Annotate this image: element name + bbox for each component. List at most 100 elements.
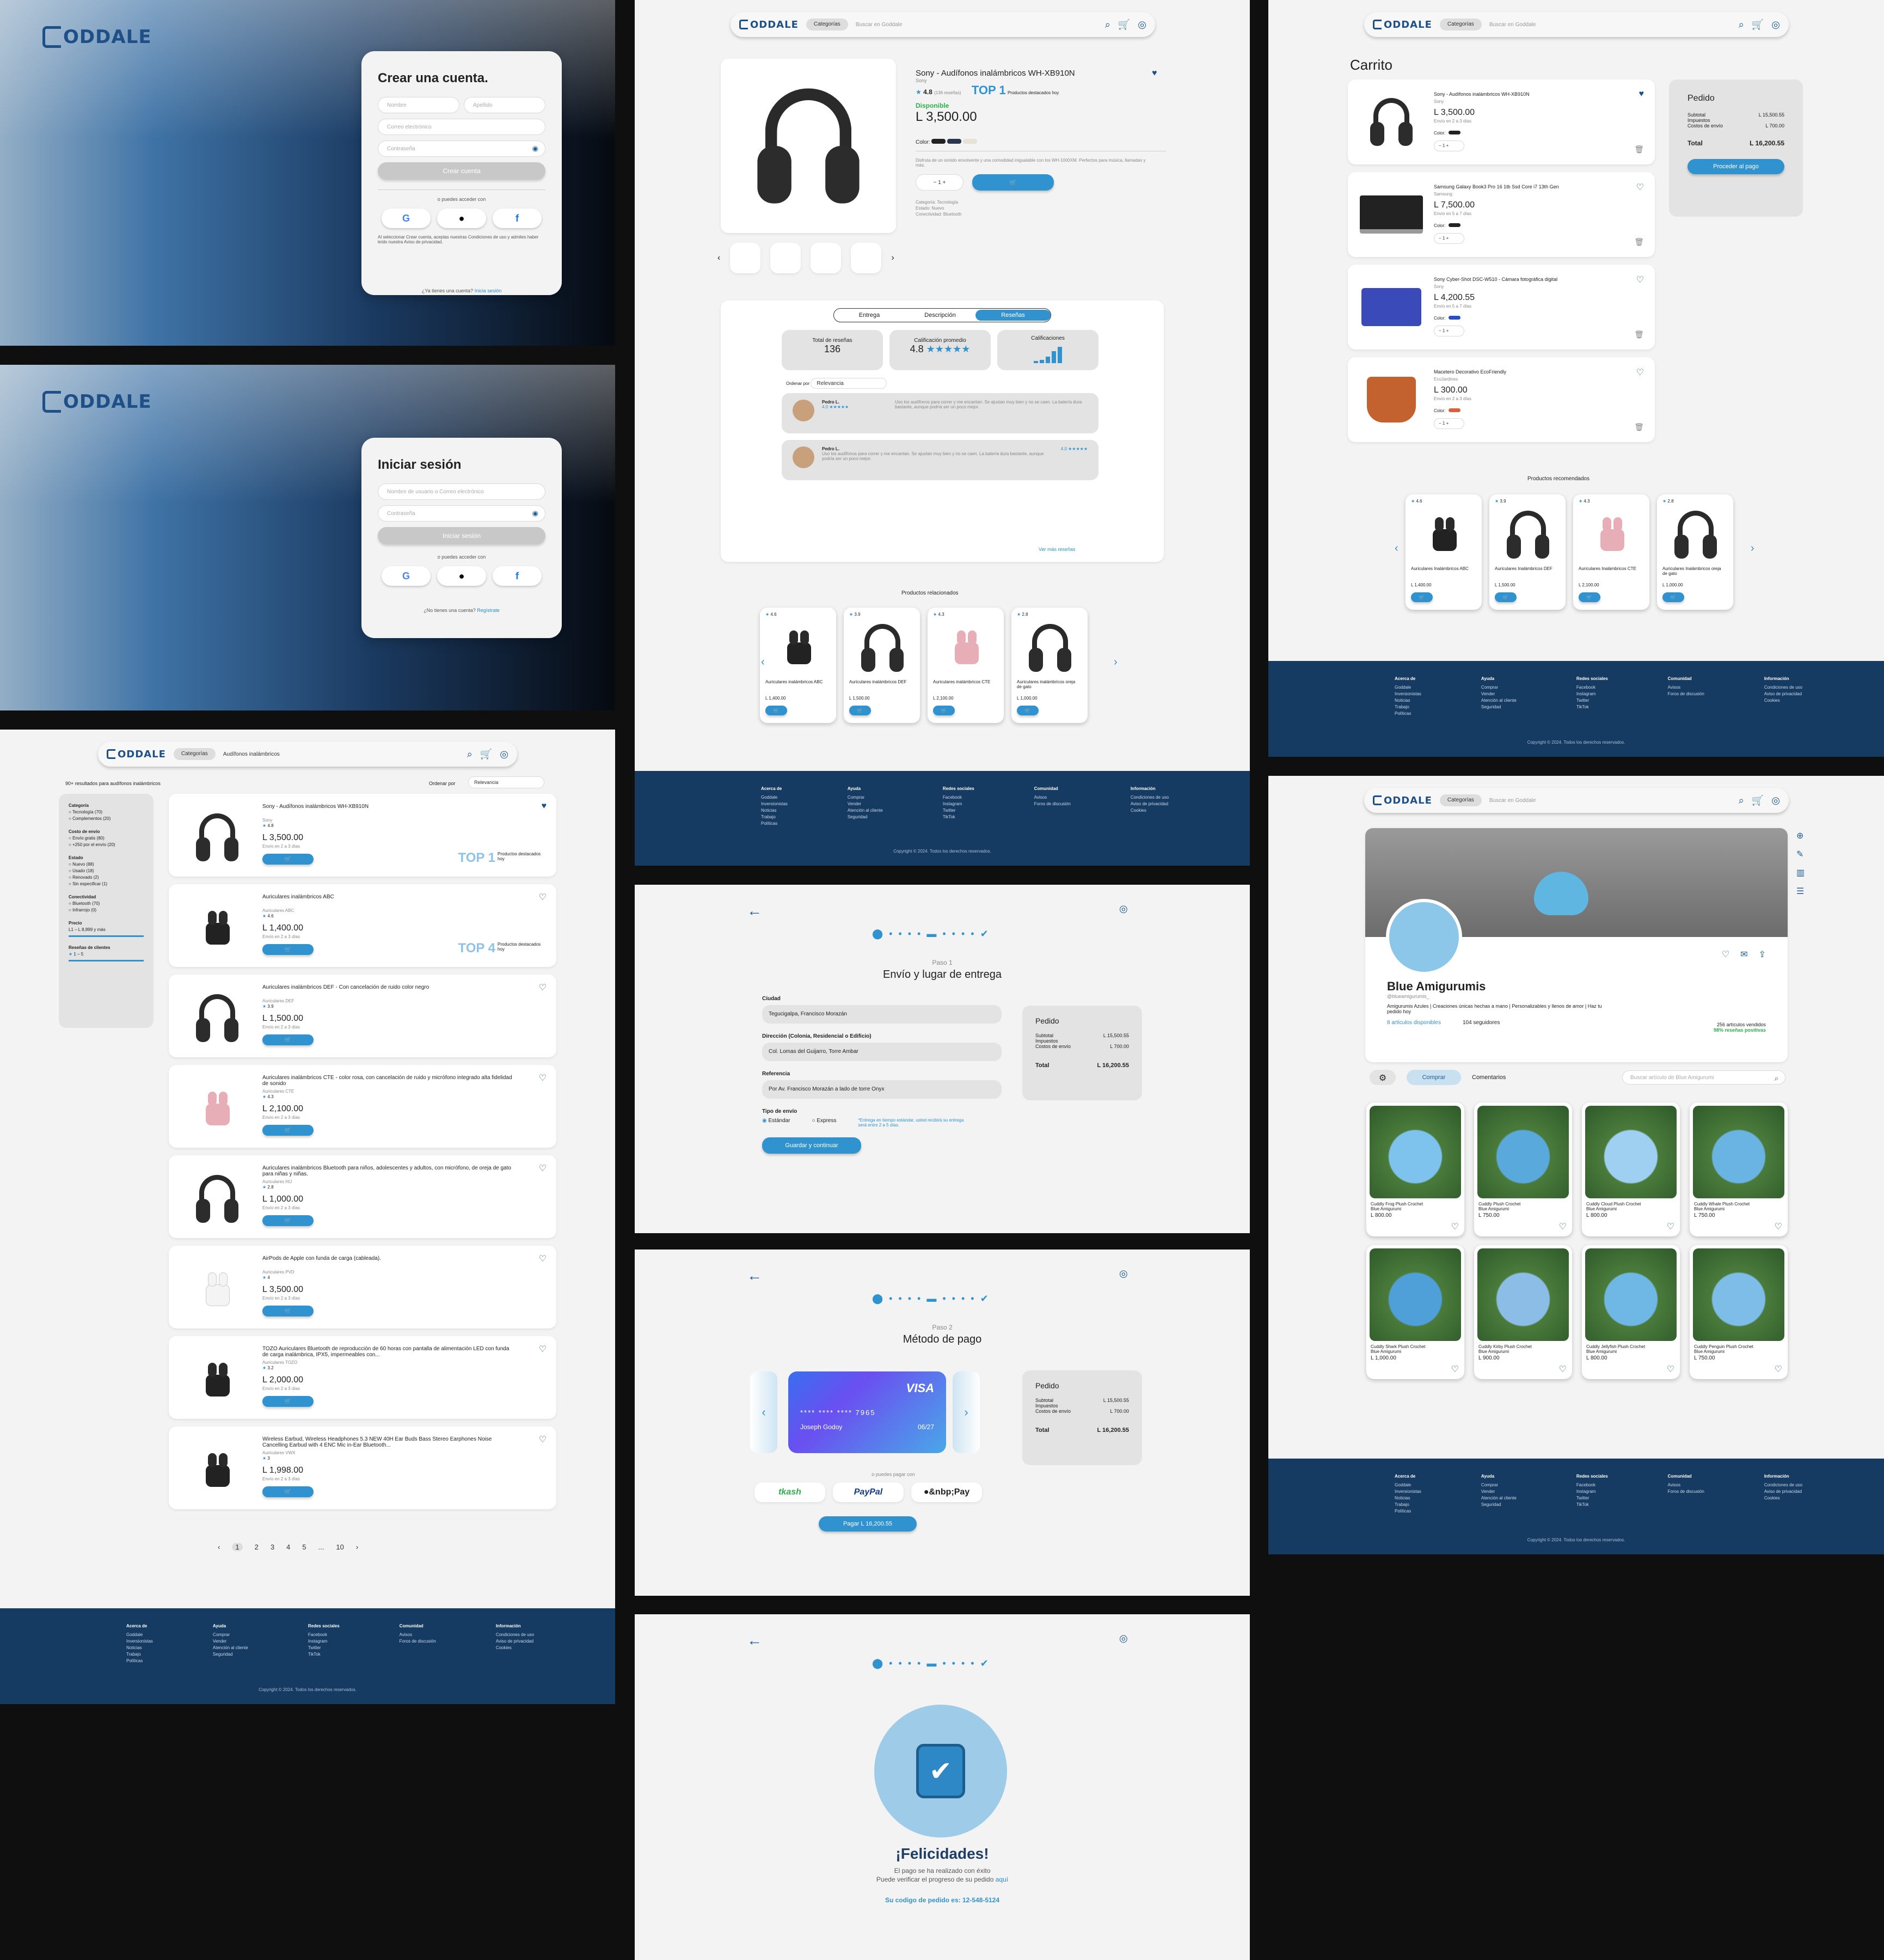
user-icon[interactable]: ◎	[1771, 19, 1780, 30]
footer-link[interactable]: Políticas	[1395, 710, 1421, 717]
filter-conn-0[interactable]: ○ Bluetooth (70)	[69, 901, 144, 907]
search-input[interactable]: Buscar en Goddale	[1489, 22, 1731, 28]
filter-icon[interactable]: ⚙	[1370, 1070, 1396, 1085]
quantity-stepper[interactable]: − 1 +	[1434, 418, 1464, 429]
search-icon[interactable]: ⌕	[1739, 19, 1744, 30]
footer-link[interactable]: Políticas	[1395, 1508, 1421, 1515]
footer-link[interactable]: Cookies	[1764, 697, 1802, 704]
add-to-cart-button[interactable]: 🛒	[1579, 592, 1600, 602]
footer-link[interactable]: Atención al cliente	[1481, 1495, 1517, 1502]
footer-link[interactable]: Inversionistas	[1395, 691, 1421, 697]
footer-link[interactable]: Cookies	[496, 1645, 534, 1651]
category-dropdown[interactable]: Categorías	[1439, 19, 1482, 30]
page-link[interactable]: 3	[271, 1543, 274, 1551]
express-radio[interactable]: ○ Express	[812, 1118, 837, 1128]
thumbnail[interactable]	[851, 243, 882, 273]
footer-link[interactable]: Atención al cliente	[1481, 697, 1517, 704]
footer-link[interactable]: Noticias	[1395, 1495, 1421, 1502]
store-product-card[interactable]: Cuddly Kirby Plush Crochet Blue Amigurumi…	[1474, 1245, 1572, 1379]
carousel-next-icon[interactable]: ›	[1114, 656, 1118, 669]
store-product-card[interactable]: Cuddly Frog Plush Crochet Blue Amigurumi L…	[1366, 1102, 1464, 1236]
product-card[interactable]: ★ 3.9 Auriculares inalámbricos DEF L 1,500…	[844, 608, 920, 723]
filter-ship-0[interactable]: ○ Envío gratis (80)	[69, 835, 144, 842]
user-icon[interactable]: ◎	[500, 749, 508, 760]
product-card[interactable]: ★ 2.8 Auriculares inalámbricos oreja de g…	[1011, 608, 1088, 723]
price-slider[interactable]	[69, 935, 144, 937]
search-icon[interactable]: ⌕	[1775, 1074, 1778, 1083]
filter-cat-0[interactable]: ○ Tecnología (70)	[69, 809, 144, 816]
footer-link[interactable]: Comprar	[1481, 684, 1517, 691]
result-card[interactable]: TOZO Auriculares Bluetooth de reproducci…	[169, 1336, 556, 1419]
add-to-cart-button[interactable]: 🛒	[262, 854, 314, 865]
category-dropdown[interactable]: Categorías	[173, 748, 216, 760]
product-card[interactable]: ★ 3.9 Auriculares Inalámbricos DEF L 1,500…	[1489, 494, 1566, 610]
category-dropdown[interactable]: Categorías	[806, 19, 848, 30]
store-product-card[interactable]: Cuddly Shark Plush Crochet Blue Amigurumi…	[1366, 1245, 1464, 1379]
plus-icon[interactable]: +	[1445, 328, 1449, 333]
thumbnail[interactable]	[811, 243, 842, 273]
password-input[interactable]: Contraseña ◉	[378, 505, 545, 522]
add-to-cart-button[interactable]: 🛒	[1662, 592, 1684, 602]
search-icon[interactable]: ⌕	[1739, 795, 1744, 806]
footer-link[interactable]: Condiciones de uso	[1764, 1482, 1802, 1489]
product-card[interactable]: ★ 4.3 Auriculares inalámbricos CTE L 2,100…	[928, 608, 1004, 723]
footer-link[interactable]: Foros de discusión	[1668, 1489, 1704, 1495]
add-to-cart-button[interactable]: 🛒	[972, 174, 1054, 191]
favorite-icon[interactable]: ♡	[539, 1253, 547, 1264]
add-to-cart-button[interactable]: 🛒	[849, 706, 871, 715]
plus-icon[interactable]: +	[1445, 236, 1449, 241]
footer-link[interactable]: Foros de discusión	[400, 1638, 436, 1645]
color-swatch[interactable]	[1449, 223, 1461, 227]
footer-link[interactable]: Condiciones de uso	[496, 1632, 534, 1638]
footer-link[interactable]: Trabajo	[1395, 1502, 1421, 1508]
search-icon[interactable]: ⌕	[1105, 19, 1110, 30]
filter-state-3[interactable]: ○ Sin especificar (1)	[69, 881, 144, 887]
footer-link[interactable]: Aviso de privacidad	[1764, 691, 1802, 697]
add-to-cart-button[interactable]: 🛒	[262, 1306, 314, 1316]
first-name-input[interactable]: Nombre	[378, 97, 459, 113]
footer-link[interactable]: Cookies	[1131, 807, 1169, 814]
address-input[interactable]: Col. Lomas del Guijarro, Torre Ambar	[762, 1043, 1002, 1061]
city-input[interactable]: Tegucigalpa, Francisco Morazán	[762, 1005, 1002, 1024]
store-product-card[interactable]: Cuddly Whale Plush Crochet Blue Amigurumi…	[1690, 1102, 1788, 1236]
search-input[interactable]: Audífonos inalámbricos	[223, 751, 459, 757]
footer-link[interactable]: Inversionistas	[761, 801, 788, 807]
card-prev-button[interactable]: ‹	[750, 1371, 777, 1453]
tab-entrega[interactable]: Entrega	[834, 312, 905, 318]
card-next-button[interactable]: ›	[953, 1371, 980, 1453]
footer-link[interactable]: Atención al cliente	[213, 1645, 248, 1651]
footer-link[interactable]: Avisos	[1034, 794, 1071, 801]
footer-link[interactable]: Facebook	[1576, 684, 1608, 691]
filter-state-0[interactable]: ○ Nuevo (88)	[69, 861, 144, 868]
page-link[interactable]: 2	[255, 1543, 259, 1551]
quantity-stepper[interactable]: − 1 +	[916, 174, 964, 191]
tab-resenas[interactable]: Reseñas	[975, 310, 1051, 321]
search-input[interactable]: Buscar en Goddale	[856, 22, 1097, 28]
save-continue-button[interactable]: Guardar y continuar	[762, 1137, 861, 1154]
minus-icon[interactable]: −	[1439, 328, 1443, 333]
footer-link[interactable]: TikTok	[1576, 1502, 1608, 1508]
paypal-button[interactable]: PayPal	[833, 1483, 904, 1502]
add-icon[interactable]: ⊕	[1796, 830, 1805, 841]
tab-comprar[interactable]: Comprar	[1407, 1070, 1461, 1085]
favorite-icon[interactable]: ♡	[1451, 1221, 1459, 1232]
footer-link[interactable]: Twitter	[308, 1645, 340, 1651]
add-to-cart-button[interactable]: 🛒	[262, 1396, 314, 1407]
footer-link[interactable]: Goddale	[761, 794, 788, 801]
brand-logo[interactable]: ODDALE	[42, 391, 152, 413]
cart-icon[interactable]: 🛒	[1118, 19, 1130, 30]
brand-logo[interactable]: ODDALE	[1373, 795, 1432, 806]
page-link[interactable]: 10	[336, 1543, 343, 1551]
thumb-prev-icon[interactable]: ‹	[717, 253, 720, 263]
message-icon[interactable]: ✉	[1740, 949, 1747, 960]
store-product-card[interactable]: Cuddly Plush Crochet Blue Amigurumi L 750.…	[1474, 1102, 1572, 1236]
minus-icon[interactable]: −	[1439, 143, 1443, 148]
footer-link[interactable]: Comprar	[848, 794, 883, 801]
favorite-icon[interactable]: ♡	[539, 1344, 547, 1355]
footer-link[interactable]: Noticias	[761, 807, 788, 814]
add-to-cart-button[interactable]: 🛒	[1017, 706, 1039, 715]
favorite-icon[interactable]: ♡	[1667, 1364, 1674, 1375]
checkout-button[interactable]: Proceder al pago	[1687, 159, 1784, 174]
trash-icon[interactable]: 🗑	[1634, 145, 1644, 154]
quantity-stepper[interactable]: − 1 +	[1434, 233, 1464, 244]
